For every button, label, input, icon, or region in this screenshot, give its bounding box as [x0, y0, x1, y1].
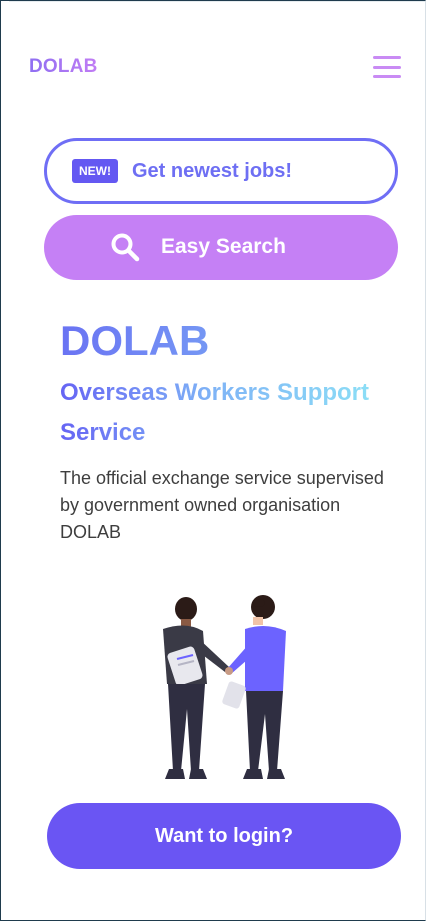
handshake-illustration — [163, 595, 286, 779]
hero-subtitle: Overseas Workers Support Service — [60, 373, 400, 453]
easy-search-button[interactable]: Easy Search — [44, 215, 398, 280]
hero-description: The official exchange service supervised… — [60, 468, 384, 542]
menu-line — [373, 65, 401, 69]
hero-title: DOLAB — [60, 317, 400, 365]
hero-section: DOLAB Overseas Workers Support Service T… — [60, 317, 400, 546]
page-frame: DOLAB NEW! Get newest jobs! Easy Search … — [0, 0, 426, 921]
jobs-button-label: Get newest jobs! — [132, 159, 293, 182]
search-icon — [111, 233, 140, 262]
top-divider — [9, 1, 425, 16]
search-button-label: Easy Search — [161, 235, 286, 258]
get-newest-jobs-button[interactable]: NEW! Get newest jobs! — [44, 138, 398, 204]
menu-line — [373, 56, 401, 59]
login-button[interactable]: Want to login? — [47, 803, 401, 869]
hamburger-menu-icon[interactable] — [373, 55, 401, 79]
menu-line — [373, 75, 401, 78]
new-badge: NEW! — [72, 159, 118, 183]
logo[interactable]: DOLAB — [29, 56, 98, 78]
header: DOLAB — [29, 56, 401, 80]
